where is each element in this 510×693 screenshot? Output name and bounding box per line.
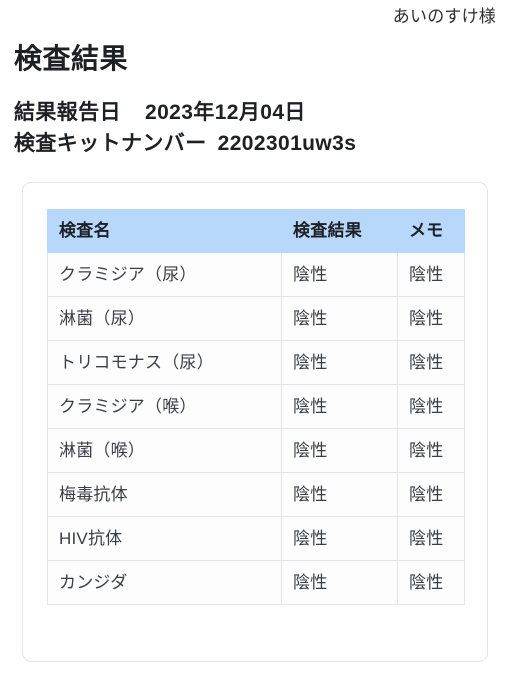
results-card: 検査名 検査結果 メモ クラミジア（尿） 陰性 陰性 淋菌（尿） 陰性 陰性 ト…	[22, 182, 488, 662]
column-header-test-name: 検査名	[47, 209, 282, 253]
test-results-table: 検査名 検査結果 メモ クラミジア（尿） 陰性 陰性 淋菌（尿） 陰性 陰性 ト…	[47, 209, 465, 605]
cell-test-name: カンジダ	[47, 560, 282, 605]
table-row: カンジダ 陰性 陰性	[47, 560, 465, 605]
cell-test-name: 淋菌（喉）	[47, 428, 282, 473]
table-row: HIV抗体 陰性 陰性	[47, 516, 465, 561]
cell-test-result: 陰性	[281, 252, 398, 297]
page-header: 検査結果 結果報告日 2023年12月04日 検査キットナンバー 2202301uw…	[14, 40, 496, 159]
table-row: クラミジア（喉） 陰性 陰性	[47, 384, 465, 429]
kit-number-row: 検査キットナンバー 2202301uw3s	[14, 128, 496, 159]
report-date-row: 結果報告日 2023年12月04日	[14, 97, 496, 128]
table-row: トリコモナス（尿） 陰性 陰性	[47, 340, 465, 385]
cell-test-name: 淋菌（尿）	[47, 296, 282, 341]
account-user-label: あいのすけ様	[392, 7, 496, 26]
cell-test-result: 陰性	[281, 516, 398, 561]
cell-test-name: クラミジア（尿）	[47, 252, 282, 297]
kit-number-label: 検査キットナンバー	[14, 132, 207, 155]
cell-test-result: 陰性	[281, 384, 398, 429]
table-row: 淋菌（尿） 陰性 陰性	[47, 296, 465, 341]
cell-memo: 陰性	[397, 472, 465, 517]
report-date-label: 結果報告日	[14, 101, 121, 124]
table-row: 梅毒抗体 陰性 陰性	[47, 472, 465, 517]
cell-test-result: 陰性	[281, 296, 398, 341]
cell-test-name: HIV抗体	[47, 516, 282, 561]
column-header-memo: メモ	[397, 209, 465, 253]
cell-memo: 陰性	[397, 340, 465, 385]
table-row: 淋菌（喉） 陰性 陰性	[47, 428, 465, 473]
page-title: 検査結果	[14, 43, 129, 74]
table-row: クラミジア（尿） 陰性 陰性	[47, 252, 465, 297]
cell-test-name: トリコモナス（尿）	[47, 340, 282, 385]
table-header-row: 検査名 検査結果 メモ	[47, 209, 465, 253]
cell-memo: 陰性	[397, 296, 465, 341]
cell-test-name: クラミジア（喉）	[47, 384, 282, 429]
kit-number-value: 2202301uw3s	[217, 132, 357, 155]
cell-memo: 陰性	[397, 428, 465, 473]
report-date-value: 2023年12月04日	[145, 101, 306, 124]
cell-memo: 陰性	[397, 252, 465, 297]
cell-test-result: 陰性	[281, 560, 398, 605]
cell-memo: 陰性	[397, 560, 465, 605]
table-body: クラミジア（尿） 陰性 陰性 淋菌（尿） 陰性 陰性 トリコモナス（尿） 陰性 …	[47, 252, 465, 605]
cell-test-result: 陰性	[281, 472, 398, 517]
cell-test-name: 梅毒抗体	[47, 472, 282, 517]
cell-memo: 陰性	[397, 516, 465, 561]
cell-test-result: 陰性	[281, 428, 398, 473]
cell-memo: 陰性	[397, 384, 465, 429]
column-header-test-result: 検査結果	[281, 209, 398, 253]
cell-test-result: 陰性	[281, 340, 398, 385]
